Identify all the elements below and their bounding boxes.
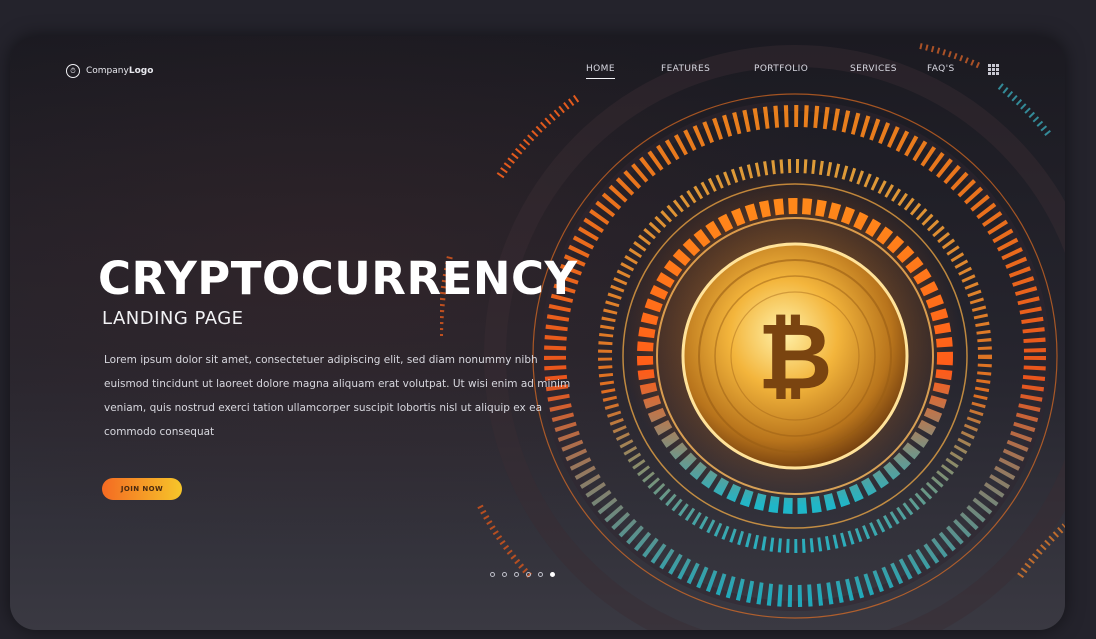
logo-text-regular: Company [86,66,129,76]
carousel-dot[interactable] [526,572,531,577]
landing-page-card: ₿ ⏱ CompanyLogo HOME FEATURES PORTFOLIO … [10,36,1065,630]
nav-item-portfolio[interactable]: PORTFOLIO [754,64,808,74]
clock-icon: ⏱ [66,64,80,78]
bitcoin-illustration: ₿ [437,36,1065,630]
bitcoin-hud-graphic: ₿ [437,43,1065,630]
nav-item-home[interactable]: HOME [586,64,615,79]
nav-item-services[interactable]: SERVICES [850,64,897,74]
carousel-dots [490,572,555,577]
carousel-dot-active[interactable] [550,572,555,577]
logo-text-bold: Logo [128,66,154,76]
logo-text: CompanyLogo [86,66,153,76]
company-logo[interactable]: ⏱ CompanyLogo [66,64,153,78]
hero-title: CRYPTOCURRENCY [98,252,578,305]
grid-icon[interactable] [988,64,999,75]
hero-subtitle: LANDING PAGE [102,308,244,329]
carousel-dot[interactable] [490,572,495,577]
join-now-button[interactable]: JOIN NOW [102,478,182,500]
top-navigation: ⏱ CompanyLogo HOME FEATURES PORTFOLIO SE… [10,36,1065,106]
nav-item-features[interactable]: FEATURES [661,64,710,74]
nav-item-faqs[interactable]: FAQ'S [927,64,955,74]
hero-description: Lorem ipsum dolor sit amet, consectetuer… [104,354,571,438]
carousel-dot[interactable] [514,572,519,577]
carousel-dot[interactable] [502,572,507,577]
carousel-dot[interactable] [538,572,543,577]
bitcoin-symbol: ₿ [758,303,833,410]
